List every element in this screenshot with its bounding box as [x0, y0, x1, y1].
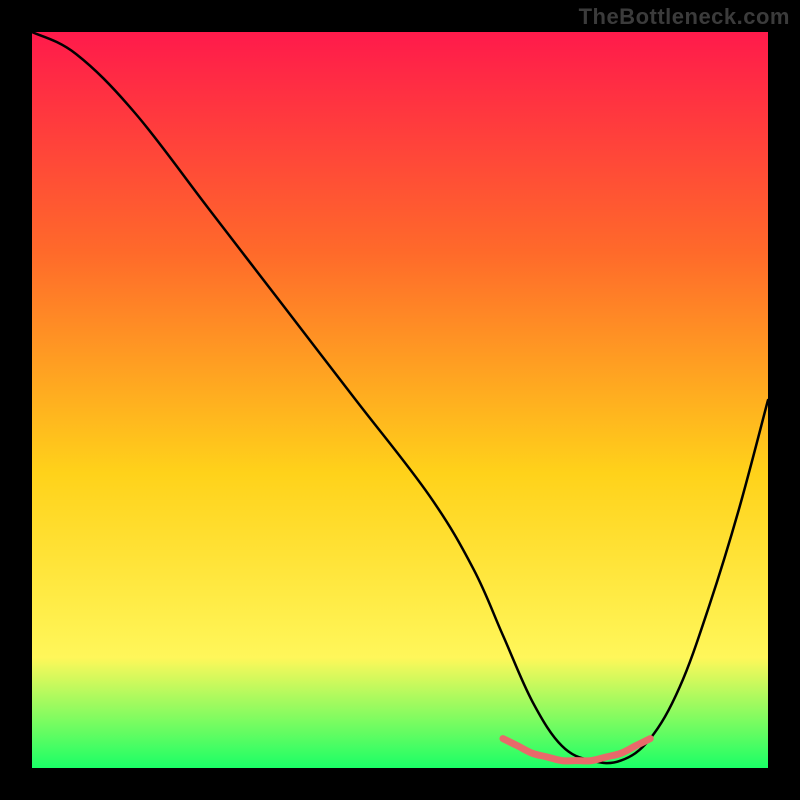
chart-svg: [32, 32, 768, 768]
gradient-background: [32, 32, 768, 768]
chart-frame: TheBottleneck.com: [0, 0, 800, 800]
watermark-text: TheBottleneck.com: [579, 4, 790, 30]
plot-area: [32, 32, 768, 768]
